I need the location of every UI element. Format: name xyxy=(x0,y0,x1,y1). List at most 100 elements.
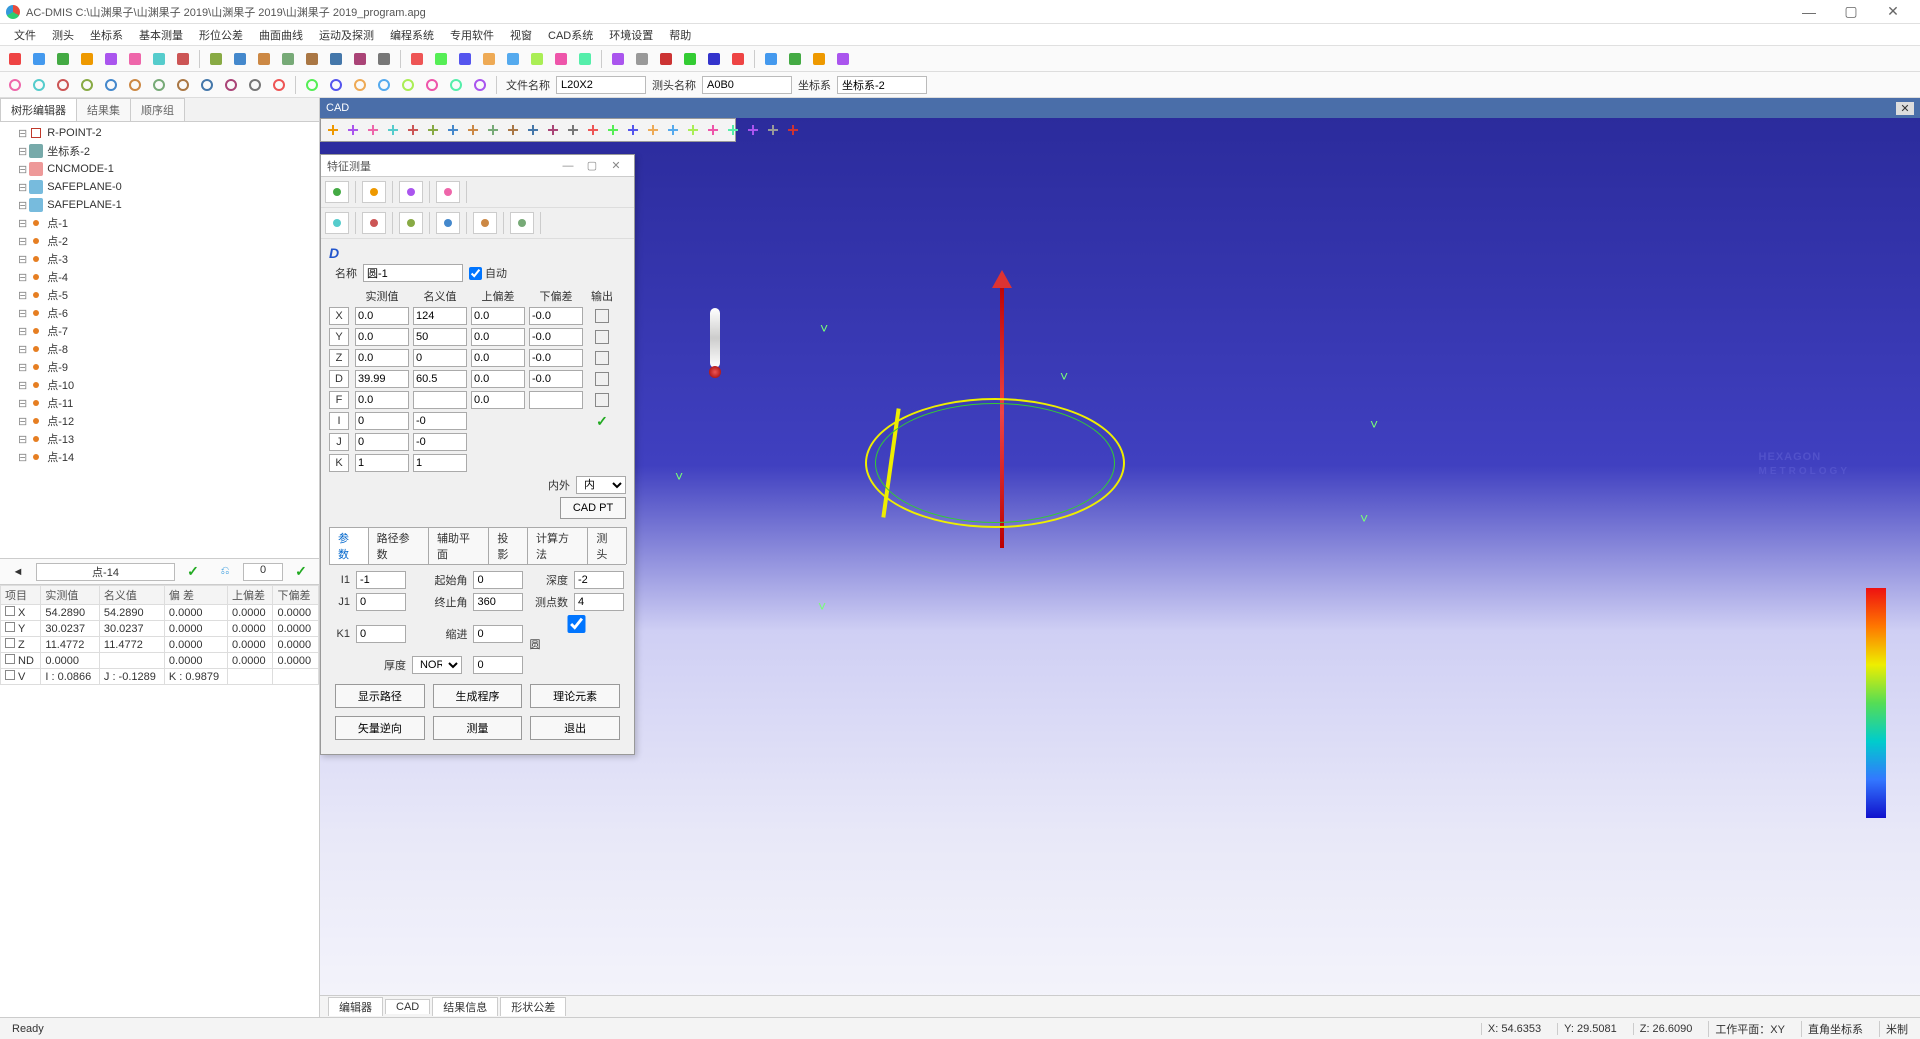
close-button[interactable]: ✕ xyxy=(1872,0,1914,24)
tb1-btn-1[interactable] xyxy=(28,48,50,70)
tree-item[interactable]: ⊟SAFEPLANE-0 xyxy=(2,178,317,196)
tb1-btn-18[interactable] xyxy=(454,48,476,70)
tree-item[interactable]: ⊟点-10 xyxy=(2,376,317,394)
tree-item[interactable]: ⊟坐标系-2 xyxy=(2,142,317,160)
tb1-btn-10[interactable] xyxy=(253,48,275,70)
tb2-btn-0[interactable] xyxy=(4,74,26,96)
tree-item[interactable]: ⊟点-8 xyxy=(2,340,317,358)
tree-item[interactable]: ⊟点-12 xyxy=(2,412,317,430)
tb1-btn-32[interactable] xyxy=(808,48,830,70)
tree-item[interactable]: ⊟点-11 xyxy=(2,394,317,412)
tree-item[interactable]: ⊟点-2 xyxy=(2,232,317,250)
tb1-btn-21[interactable] xyxy=(526,48,548,70)
tb2-btn-12[interactable] xyxy=(301,74,323,96)
tb1-btn-25[interactable] xyxy=(631,48,653,70)
menu-视窗[interactable]: 视窗 xyxy=(502,25,540,45)
bottom-tab-2[interactable]: 结果信息 xyxy=(432,997,498,1016)
tree-tab-0[interactable]: 树形编辑器 xyxy=(0,98,77,121)
mid-combo[interactable]: 点-14 xyxy=(36,563,175,581)
tree-item[interactable]: ⊟点-14 xyxy=(2,448,317,466)
mid-check2-icon[interactable]: ✓ xyxy=(287,562,315,582)
tb1-btn-0[interactable] xyxy=(4,48,26,70)
tb1-btn-3[interactable] xyxy=(76,48,98,70)
mid-tool-icon[interactable]: ⎌ xyxy=(211,562,239,582)
tb2-btn-10[interactable] xyxy=(244,74,266,96)
tb1-btn-2[interactable] xyxy=(52,48,74,70)
maximize-button[interactable]: ▢ xyxy=(1830,0,1872,24)
tree-item[interactable]: ⊟点-5 xyxy=(2,286,317,304)
tb2-btn-17[interactable] xyxy=(421,74,443,96)
bottom-tab-3[interactable]: 形状公差 xyxy=(500,997,566,1016)
tb1-btn-17[interactable] xyxy=(430,48,452,70)
tb1-btn-28[interactable] xyxy=(703,48,725,70)
tb1-btn-26[interactable] xyxy=(655,48,677,70)
tb1-btn-11[interactable] xyxy=(277,48,299,70)
tree-item[interactable]: ⊟SAFEPLANE-1 xyxy=(2,196,317,214)
probe-input[interactable] xyxy=(702,76,792,94)
tb1-btn-19[interactable] xyxy=(478,48,500,70)
tb2-btn-14[interactable] xyxy=(349,74,371,96)
tb1-btn-22[interactable] xyxy=(550,48,572,70)
tb2-btn-9[interactable] xyxy=(220,74,242,96)
file-input[interactable] xyxy=(556,76,646,94)
tb1-btn-16[interactable] xyxy=(406,48,428,70)
tree-item[interactable]: ⊟点-7 xyxy=(2,322,317,340)
tb1-btn-8[interactable] xyxy=(205,48,227,70)
tb1-btn-24[interactable] xyxy=(607,48,629,70)
mid-zero[interactable]: 0 xyxy=(243,563,283,581)
menu-帮助[interactable]: 帮助 xyxy=(661,25,699,45)
tb1-btn-7[interactable] xyxy=(172,48,194,70)
bottom-tab-1[interactable]: CAD xyxy=(385,999,430,1014)
tree-item[interactable]: ⊟CNCMODE-1 xyxy=(2,160,317,178)
tb1-btn-15[interactable] xyxy=(373,48,395,70)
tb1-btn-4[interactable] xyxy=(100,48,122,70)
tree-item[interactable]: ⊟点-13 xyxy=(2,430,317,448)
tree-tab-2[interactable]: 顺序组 xyxy=(130,98,185,121)
minimize-button[interactable]: — xyxy=(1788,0,1830,24)
menu-基本测量[interactable]: 基本测量 xyxy=(131,25,191,45)
tb2-btn-15[interactable] xyxy=(373,74,395,96)
tb2-btn-5[interactable] xyxy=(124,74,146,96)
menu-专用软件[interactable]: 专用软件 xyxy=(442,25,502,45)
mid-prev-button[interactable]: ◄ xyxy=(4,562,32,582)
tree-view[interactable]: ⊟R-POINT-2⊟坐标系-2⊟CNCMODE-1⊟SAFEPLANE-0⊟S… xyxy=(0,122,319,559)
tb1-btn-30[interactable] xyxy=(760,48,782,70)
cad-viewport[interactable]: CAD ✕ 特征测量 — ▢ ✕ D 名称 自动 xyxy=(320,98,1920,1017)
tb2-btn-3[interactable] xyxy=(76,74,98,96)
menu-形位公差[interactable]: 形位公差 xyxy=(191,25,251,45)
tb1-btn-5[interactable] xyxy=(124,48,146,70)
tb2-btn-11[interactable] xyxy=(268,74,290,96)
menu-测头[interactable]: 测头 xyxy=(44,25,82,45)
tb2-btn-8[interactable] xyxy=(196,74,218,96)
tree-item[interactable]: ⊟点-4 xyxy=(2,268,317,286)
tree-item[interactable]: ⊟点-6 xyxy=(2,304,317,322)
bottom-tab-0[interactable]: 编辑器 xyxy=(328,997,383,1016)
tb2-btn-16[interactable] xyxy=(397,74,419,96)
tb1-btn-12[interactable] xyxy=(301,48,323,70)
tree-item[interactable]: ⊟点-9 xyxy=(2,358,317,376)
mid-check1-icon[interactable]: ✓ xyxy=(179,562,207,582)
tb2-btn-19[interactable] xyxy=(469,74,491,96)
tb1-btn-31[interactable] xyxy=(784,48,806,70)
tree-item[interactable]: ⊟点-3 xyxy=(2,250,317,268)
tree-tab-1[interactable]: 结果集 xyxy=(76,98,131,121)
tb2-btn-13[interactable] xyxy=(325,74,347,96)
menu-文件[interactable]: 文件 xyxy=(6,25,44,45)
menu-坐标系[interactable]: 坐标系 xyxy=(82,25,131,45)
tb1-btn-20[interactable] xyxy=(502,48,524,70)
tb2-btn-1[interactable] xyxy=(28,74,50,96)
menu-曲面曲线[interactable]: 曲面曲线 xyxy=(251,25,311,45)
tree-item[interactable]: ⊟点-1 xyxy=(2,214,317,232)
menu-编程系统[interactable]: 编程系统 xyxy=(382,25,442,45)
tree-item[interactable]: ⊟R-POINT-2 xyxy=(2,124,317,142)
tb2-btn-2[interactable] xyxy=(52,74,74,96)
tb1-btn-14[interactable] xyxy=(349,48,371,70)
tb1-btn-9[interactable] xyxy=(229,48,251,70)
menu-运动及探测[interactable]: 运动及探测 xyxy=(311,25,382,45)
tb2-btn-4[interactable] xyxy=(100,74,122,96)
tb1-btn-33[interactable] xyxy=(832,48,854,70)
tb1-btn-23[interactable] xyxy=(574,48,596,70)
menu-环境设置[interactable]: 环境设置 xyxy=(601,25,661,45)
coord-input[interactable] xyxy=(837,76,927,94)
tb1-btn-13[interactable] xyxy=(325,48,347,70)
